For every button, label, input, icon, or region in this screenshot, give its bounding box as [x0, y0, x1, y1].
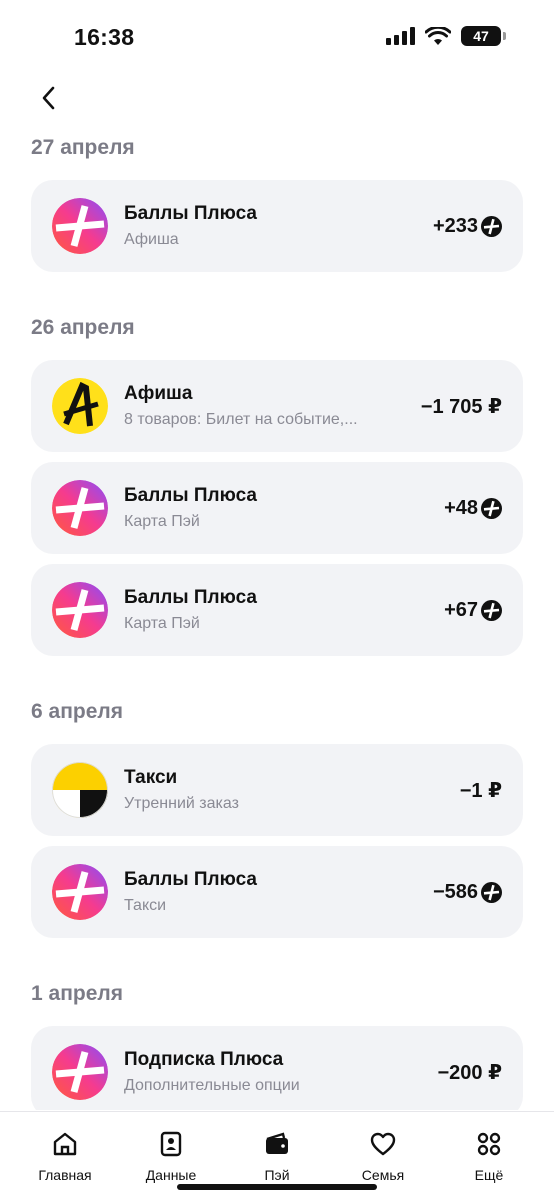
transaction-title: Такси [124, 766, 178, 788]
transaction-card[interactable]: Подписка Плюса Дополнительные опции −200 ₽ [31, 1026, 523, 1110]
amount-value: +67 [444, 598, 478, 621]
wifi-icon [425, 26, 451, 45]
tab-label: Данные [145, 1167, 197, 1183]
heart-icon [369, 1130, 397, 1158]
plus-coin-icon [481, 497, 502, 519]
amount-value: −586 [432, 880, 478, 903]
date-group: 26 апреля Афиша 8 товаров: Билет на событи… [0, 300, 554, 656]
transaction-card[interactable]: Баллы Плюса Такси −586 [31, 846, 523, 938]
transaction-list[interactable]: 27 апреля Баллы Плюса Афиша +233 26 апреля Аф… [0, 120, 554, 1110]
transaction-title: Баллы Плюса [124, 868, 257, 890]
transaction-subtitle: Карта Пэй [124, 614, 200, 632]
plus-points-icon [52, 864, 108, 920]
transaction-title: Баллы Плюса [124, 202, 257, 224]
home-icon [51, 1130, 79, 1158]
transaction-amount: +233 [433, 215, 502, 238]
transaction-amount: +48 [444, 497, 502, 520]
date-group: 6 апреля Такси Утренний заказ −1 ₽ Баллы Плю… [0, 684, 554, 938]
transaction-title: Баллы Плюса [124, 484, 257, 506]
tab-label: Ещё [474, 1167, 504, 1183]
tab-label: Пэй [264, 1167, 290, 1183]
transaction-title: Баллы Плюса [124, 586, 257, 608]
tab-label: Главная [38, 1167, 92, 1183]
transaction-subtitle: Дополнительные опции [124, 1076, 300, 1094]
tab-grid[interactable]: Ещё [441, 1112, 537, 1200]
home-indicator [177, 1184, 377, 1190]
amount-value: −1 705 ₽ [420, 395, 502, 418]
status-time: 16:38 [74, 24, 135, 50]
transaction-card[interactable]: Такси Утренний заказ −1 ₽ [31, 744, 523, 836]
battery-level: 47 [473, 28, 489, 44]
plus-points-icon [52, 582, 108, 638]
signal-icon [386, 27, 415, 45]
transaction-card[interactable]: Баллы Плюса Карта Пэй +67 [31, 564, 523, 656]
amount-value: −200 ₽ [437, 1061, 502, 1084]
transaction-title: Подписка Плюса [124, 1048, 284, 1070]
transaction-amount: −200 ₽ [437, 1060, 502, 1085]
plus-points-icon [52, 198, 108, 254]
date-group: 27 апреля Баллы Плюса Афиша +233 [0, 120, 554, 272]
plus-points-icon [52, 480, 108, 536]
plus-coin-icon [481, 881, 502, 903]
date-group: 1 апреля Подписка Плюса Дополнительные опц… [0, 966, 554, 1110]
afisha-icon [52, 378, 108, 434]
tab-home[interactable]: Главная [17, 1112, 113, 1200]
transaction-card[interactable]: Баллы Плюса Афиша +233 [31, 180, 523, 272]
grid-icon [475, 1130, 503, 1158]
amount-value: +233 [432, 214, 478, 237]
plus-points-icon [52, 1044, 108, 1100]
back-button[interactable] [30, 80, 66, 116]
battery-icon: 47 [461, 26, 501, 46]
data-icon [157, 1130, 185, 1158]
transaction-subtitle: Утренний заказ [124, 794, 239, 812]
amount-value: −1 ₽ [459, 779, 502, 802]
wallet-icon [263, 1130, 291, 1158]
transaction-title: Афиша [124, 382, 193, 404]
plus-coin-icon [481, 215, 502, 237]
status-bar: 16:38 47 [0, 0, 554, 76]
transaction-amount: −1 705 ₽ [421, 394, 502, 419]
date-heading: 1 апреля [31, 982, 123, 1005]
transaction-subtitle: Такси [124, 896, 167, 914]
transaction-subtitle: Карта Пэй [124, 512, 200, 530]
plus-coin-icon [481, 599, 502, 621]
transaction-card[interactable]: Баллы Плюса Карта Пэй +48 [31, 462, 523, 554]
transaction-amount: +67 [444, 599, 502, 622]
taxi-icon [52, 762, 108, 818]
chevron-left-icon [42, 86, 55, 110]
date-heading: 6 апреля [31, 700, 123, 723]
tab-label: Семья [361, 1167, 405, 1183]
transaction-card[interactable]: Афиша 8 товаров: Билет на событие,... −1 7… [31, 360, 523, 452]
transaction-subtitle: Афиша [124, 230, 179, 248]
amount-value: +48 [444, 496, 478, 519]
date-heading: 26 апреля [31, 316, 135, 339]
transaction-subtitle: 8 товаров: Билет на событие,... [124, 410, 358, 428]
transaction-amount: −1 ₽ [460, 778, 502, 803]
transaction-amount: −586 [433, 881, 502, 904]
status-icons: 47 [386, 26, 506, 46]
date-heading: 27 апреля [31, 136, 135, 159]
